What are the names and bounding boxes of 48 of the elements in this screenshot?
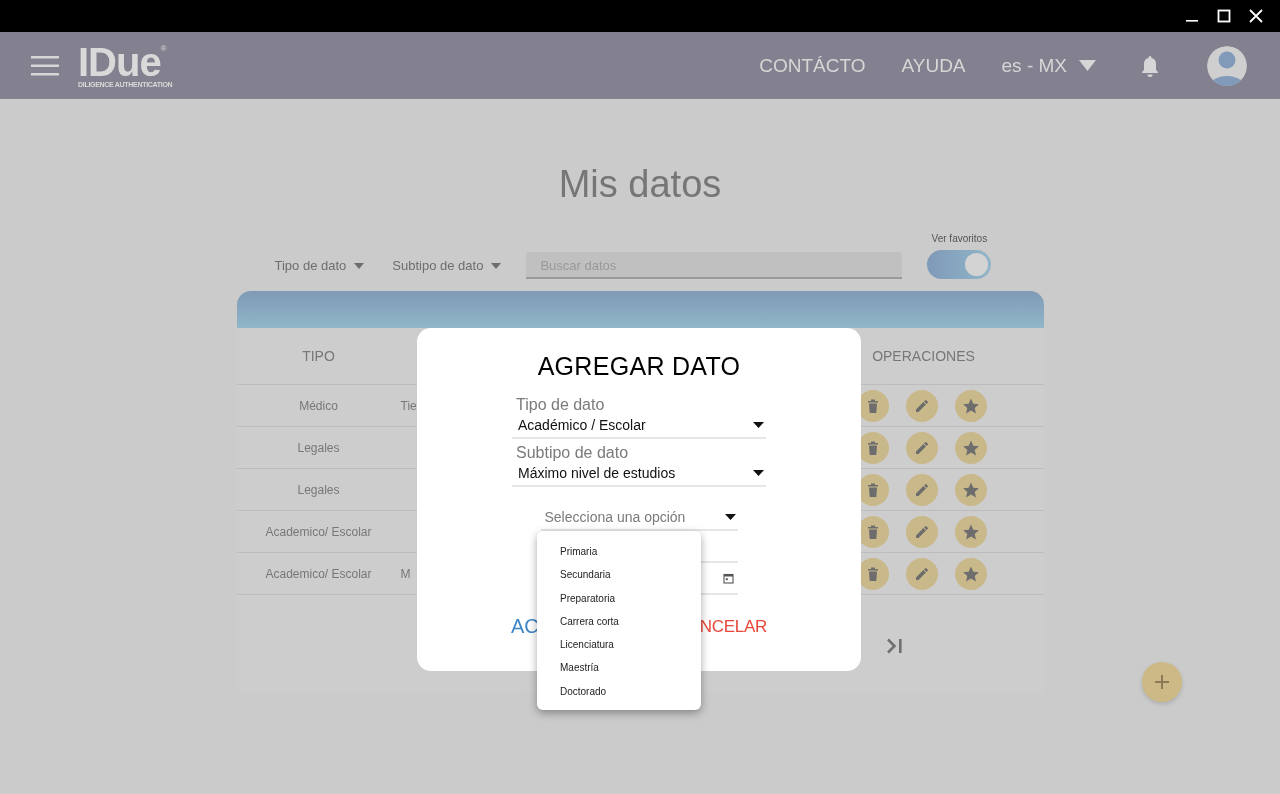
caret-icon [491,262,502,269]
field-label: Tipo de dato [515,395,606,415]
pencil-icon[interactable] [905,389,938,422]
table-cell-text: Médico [298,398,339,413]
dialog-button[interactable]: AC [511,615,539,638]
table-cell-text: Legales [296,482,341,497]
select-field[interactable]: Máximo nivel de estudios [512,463,766,487]
menu-option[interactable]: Maestría [537,656,701,680]
menu-option[interactable]: Secundaria [537,563,701,587]
add-button[interactable] [1142,662,1182,702]
table-cell-text: Legales [296,440,341,455]
logo-wordmark: IDue [78,43,161,81]
table-cell-text: Academico/ Escolar [264,566,373,581]
field-label: Subtipo de dato [515,443,630,463]
page-title: Mis datos [557,162,723,207]
table-cell-text: Academico/ Escolar [264,524,373,539]
menu-option[interactable]: Licenciatura [537,633,701,657]
calendar-icon[interactable] [722,572,734,584]
maximize-icon[interactable] [1217,9,1231,23]
last-page-icon[interactable] [885,638,904,654]
pencil-icon[interactable] [905,473,938,506]
pencil-icon[interactable] [905,431,938,464]
table-cell: Tie [400,398,417,413]
menu-option[interactable]: Preparatoria [537,586,701,610]
dialog-button[interactable]: NCELAR [699,615,767,638]
caret-icon [753,470,764,476]
caret-icon [724,514,736,520]
column-header: TIPO [301,348,336,364]
caret-icon [753,422,764,428]
registered-mark: ® [160,44,167,53]
menu-option[interactable]: Doctorado [537,679,701,704]
select-field[interactable]: Académico / Escolar [512,415,766,439]
menu-option[interactable]: Primaria [537,540,701,564]
plus-icon [1154,674,1170,690]
pencil-icon[interactable] [905,515,938,548]
caret-icon [354,262,365,269]
column-header: OPERACIONES [871,348,976,364]
dialog-title: AGREGAR DATO [537,352,741,381]
table-cell: M [400,566,411,581]
menu-icon[interactable] [31,55,59,76]
bell-icon[interactable] [1140,54,1160,77]
close-icon[interactable] [1249,9,1263,23]
toggle-label: Ver favoritos [931,233,988,244]
menu-option[interactable]: Carrera corta [537,609,701,634]
pencil-icon[interactable] [905,557,938,590]
favorites-toggle[interactable] [927,250,992,279]
avatar-icon[interactable] [1206,44,1248,87]
caret-icon [1079,60,1096,71]
